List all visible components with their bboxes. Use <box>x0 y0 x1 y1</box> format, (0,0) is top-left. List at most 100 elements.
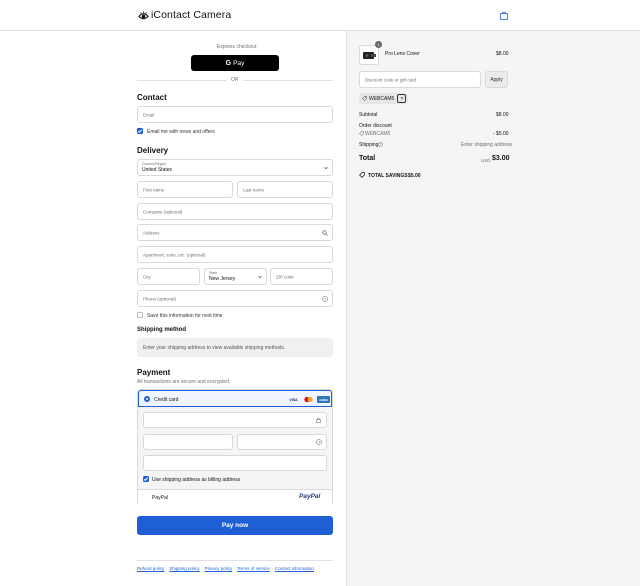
applied-code-label: WEBCAM5 <box>369 95 395 102</box>
address-field[interactable]: Address <box>137 224 333 241</box>
email-placeholder: Email <box>143 112 155 117</box>
lens-cover-image <box>363 52 376 59</box>
chevron-down-icon <box>324 166 328 170</box>
quantity-badge: 1 <box>375 41 382 48</box>
tag-icon <box>362 96 367 101</box>
apartment-placeholder: Apartment, suite, etc. (optional) <box>143 252 206 257</box>
chevron-down-icon <box>258 275 262 279</box>
footer-divider <box>137 560 333 561</box>
country-value: United States <box>142 167 173 173</box>
billing-label: Use shipping address as billing address <box>152 477 241 483</box>
shipping-value: Enter shipping address <box>461 142 513 148</box>
lock-icon <box>316 417 321 423</box>
svg-text:?: ? <box>380 143 382 147</box>
mastercard-icon <box>304 396 313 403</box>
shipping-label: Shipping <box>359 142 379 148</box>
delivery-heading: Delivery <box>137 146 169 155</box>
address-placeholder: Address <box>143 230 160 235</box>
country-select[interactable]: Country/Region United States <box>137 159 333 176</box>
total-value: $3.00 <box>492 155 510 162</box>
item-name: Pro Lens Cover <box>385 51 420 57</box>
discount-placeholder: Discount code or gift card <box>365 77 417 82</box>
first-name-field[interactable]: First name <box>137 181 233 198</box>
search-icon <box>322 230 328 236</box>
billing-checkbox[interactable] <box>143 476 149 482</box>
state-value: New Jersey <box>209 276 236 282</box>
payment-subtitle: All transactions are secure and encrypte… <box>137 379 231 385</box>
state-select[interactable]: State New Jersey <box>204 268 267 285</box>
phone-placeholder: Phone (optional) <box>143 296 177 301</box>
amex-icon: AMEX <box>317 396 330 403</box>
remove-discount-button[interactable]: × <box>397 94 407 103</box>
shipping-notice-text: Enter your shipping address to view avai… <box>143 345 286 351</box>
country-label: Country/Region <box>142 162 167 166</box>
save-info-checkbox[interactable] <box>137 312 143 318</box>
zip-field[interactable]: ZIP code <box>270 268 333 285</box>
applied-discount-chip: WEBCAM5 × <box>359 93 409 104</box>
city-field[interactable]: City <box>137 268 200 285</box>
total-label: Total <box>359 155 376 162</box>
last-name-field[interactable]: Last name <box>237 181 333 198</box>
order-summary-panel <box>346 31 640 586</box>
brand-logo[interactable]: iContact Camera <box>138 9 231 21</box>
divider-left <box>137 80 227 81</box>
visa-icon: VISA <box>289 397 298 402</box>
paypal-logo: PayPal <box>299 493 321 500</box>
credit-card-label: Credit card <box>154 397 179 403</box>
pay-now-button[interactable]: Pay now <box>137 516 333 535</box>
google-pay-button[interactable]: G Pay <box>191 55 279 71</box>
credit-card-option[interactable]: Credit card VISA AMEX <box>138 390 332 407</box>
email-field[interactable]: Email <box>137 106 333 123</box>
footer-link-shipping[interactable]: Shipping policy <box>169 566 199 571</box>
footer-link-contact[interactable]: Contact information <box>275 566 314 571</box>
payment-heading: Payment <box>137 368 171 377</box>
footer-link-refund[interactable]: Refund policy <box>137 566 164 571</box>
contact-heading: Contact <box>137 93 167 102</box>
company-field[interactable]: Company (optional) <box>137 203 333 220</box>
svg-text:?: ? <box>324 297 326 301</box>
site-header: iContact Camera <box>0 0 640 31</box>
help-circle-icon[interactable]: ? <box>316 439 322 445</box>
apartment-field[interactable]: Apartment, suite, etc. (optional) <box>137 246 333 263</box>
last-name-placeholder: Last name <box>243 187 265 192</box>
expiration-field[interactable] <box>143 434 233 450</box>
zip-placeholder: ZIP code <box>276 274 294 279</box>
card-number-field[interactable] <box>143 412 327 428</box>
company-placeholder: Company (optional) <box>143 209 183 214</box>
shipping-method-heading: Shipping method <box>137 327 186 333</box>
brand-name: iContact Camera <box>151 9 232 21</box>
first-name-placeholder: First name <box>143 187 165 192</box>
total-currency: USD <box>481 158 491 163</box>
subtotal-value: $8.00 <box>496 112 509 118</box>
paypal-label: PayPal <box>152 495 168 501</box>
total-savings-label: TOTAL SAVINGS <box>368 173 408 179</box>
product-thumbnail <box>359 45 379 65</box>
credit-card-radio[interactable] <box>144 396 150 402</box>
footer-link-privacy[interactable]: Privacy policy <box>205 566 233 571</box>
state-label: State <box>209 271 218 275</box>
tag-icon <box>359 131 364 136</box>
help-circle-icon[interactable]: ? <box>378 142 383 147</box>
discount-code-text: WEBCAM5 <box>365 131 391 137</box>
google-g-icon: G <box>225 59 232 67</box>
security-code-field[interactable]: ? <box>237 434 327 450</box>
svg-text:?: ? <box>318 440 320 444</box>
shipping-notice: Enter your shipping address to view avai… <box>137 338 333 357</box>
paypal-option[interactable]: PayPal PayPal <box>138 489 332 505</box>
news-checkbox[interactable] <box>137 128 143 134</box>
apply-button[interactable]: Apply <box>485 71 508 88</box>
news-label: Email me with news and offers <box>147 129 215 135</box>
or-separator: OR <box>231 77 239 83</box>
discount-code-field[interactable]: Discount code or gift card <box>359 71 481 88</box>
help-circle-icon[interactable]: ? <box>322 296 328 302</box>
tag-icon <box>359 172 365 178</box>
phone-field[interactable]: Phone (optional) ? <box>137 290 333 307</box>
subtotal-label: Subtotal <box>359 112 378 118</box>
footer-link-terms[interactable]: Terms of service <box>237 566 270 571</box>
item-price: $8.00 <box>496 51 509 57</box>
google-pay-label: Pay <box>233 59 245 67</box>
divider-right <box>243 80 333 81</box>
city-placeholder: City <box>143 274 151 279</box>
shopping-bag-icon[interactable] <box>500 11 508 20</box>
name-on-card-field[interactable] <box>143 455 327 471</box>
